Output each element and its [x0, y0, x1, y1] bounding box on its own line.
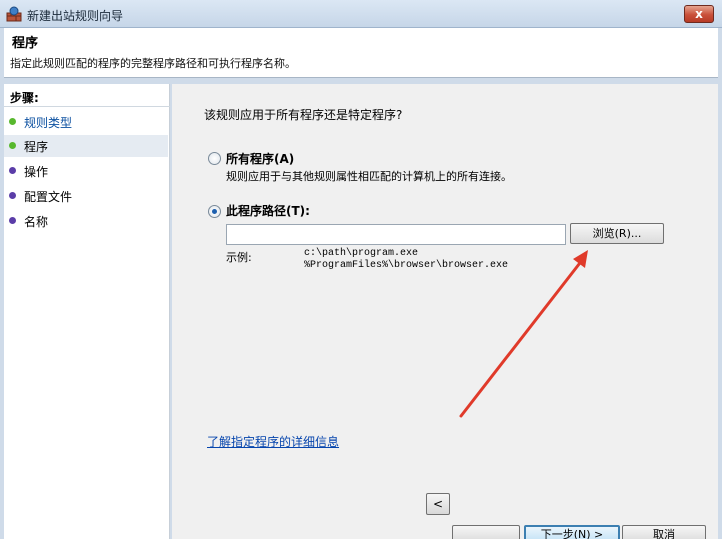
steps-divider [4, 106, 170, 107]
step-name[interactable]: 名称 [4, 210, 168, 232]
prev-button[interactable] [452, 525, 520, 539]
step-current-dot-icon [9, 142, 16, 149]
example-path: c:\path\program.exe [304, 248, 419, 259]
main-content: 该规则应用于所有程序还是特定程序? 所有程序(A) 规则应用于与其他规则属性相匹… [172, 84, 718, 539]
title-bar: 新建出站规则向导 x [0, 0, 722, 28]
question-text: 该规则应用于所有程序还是特定程序? [204, 108, 403, 122]
back-button[interactable]: < [426, 493, 450, 515]
this-program-label[interactable]: 此程序路径(T): [226, 202, 310, 219]
window-title: 新建出站规则向导 [27, 9, 124, 23]
next-button[interactable]: 下一步(N) > [524, 525, 620, 539]
all-programs-description: 规则应用于与其他规则属性相匹配的计算机上的所有连接。 [226, 170, 512, 183]
page-title: 程序 [12, 36, 39, 51]
steps-title: 步骤: [10, 91, 39, 105]
example-path: %ProgramFiles%\browser\browser.exe [304, 260, 509, 271]
step-rule-type[interactable]: 规则类型 [4, 111, 168, 133]
all-programs-label[interactable]: 所有程序(A) [226, 150, 294, 167]
program-path-input[interactable] [226, 224, 566, 245]
step-label: 名称 [24, 215, 49, 229]
page-header: 程序 指定此规则匹配的程序的完整程序路径和可执行程序名称。 [4, 28, 718, 78]
close-icon: x [695, 7, 703, 21]
cancel-button[interactable]: 取消 [622, 525, 706, 539]
step-done-dot-icon [9, 118, 16, 125]
learn-more-link[interactable]: 了解指定程序的详细信息 [207, 433, 339, 450]
step-action[interactable]: 操作 [4, 160, 168, 182]
step-pending-dot-icon [9, 192, 16, 199]
step-label: 程序 [24, 140, 49, 154]
browse-button[interactable]: 浏览(R)... [570, 223, 664, 244]
this-program-radio[interactable] [208, 205, 221, 218]
step-profile[interactable]: 配置文件 [4, 185, 168, 207]
step-program[interactable]: 程序 [4, 135, 168, 157]
all-programs-radio[interactable] [208, 152, 221, 165]
example-label: 示例: [226, 251, 252, 264]
step-label: 配置文件 [24, 190, 73, 204]
step-label: 操作 [24, 165, 49, 179]
page-subtitle: 指定此规则匹配的程序的完整程序路径和可执行程序名称。 [10, 57, 296, 70]
step-label: 规则类型 [24, 116, 73, 130]
steps-panel: 步骤: 规则类型 程序 操作 配置文件 名称 [4, 84, 170, 539]
step-pending-dot-icon [9, 167, 16, 174]
firewall-app-icon [6, 6, 22, 22]
step-pending-dot-icon [9, 217, 16, 224]
close-button[interactable]: x [684, 5, 714, 23]
